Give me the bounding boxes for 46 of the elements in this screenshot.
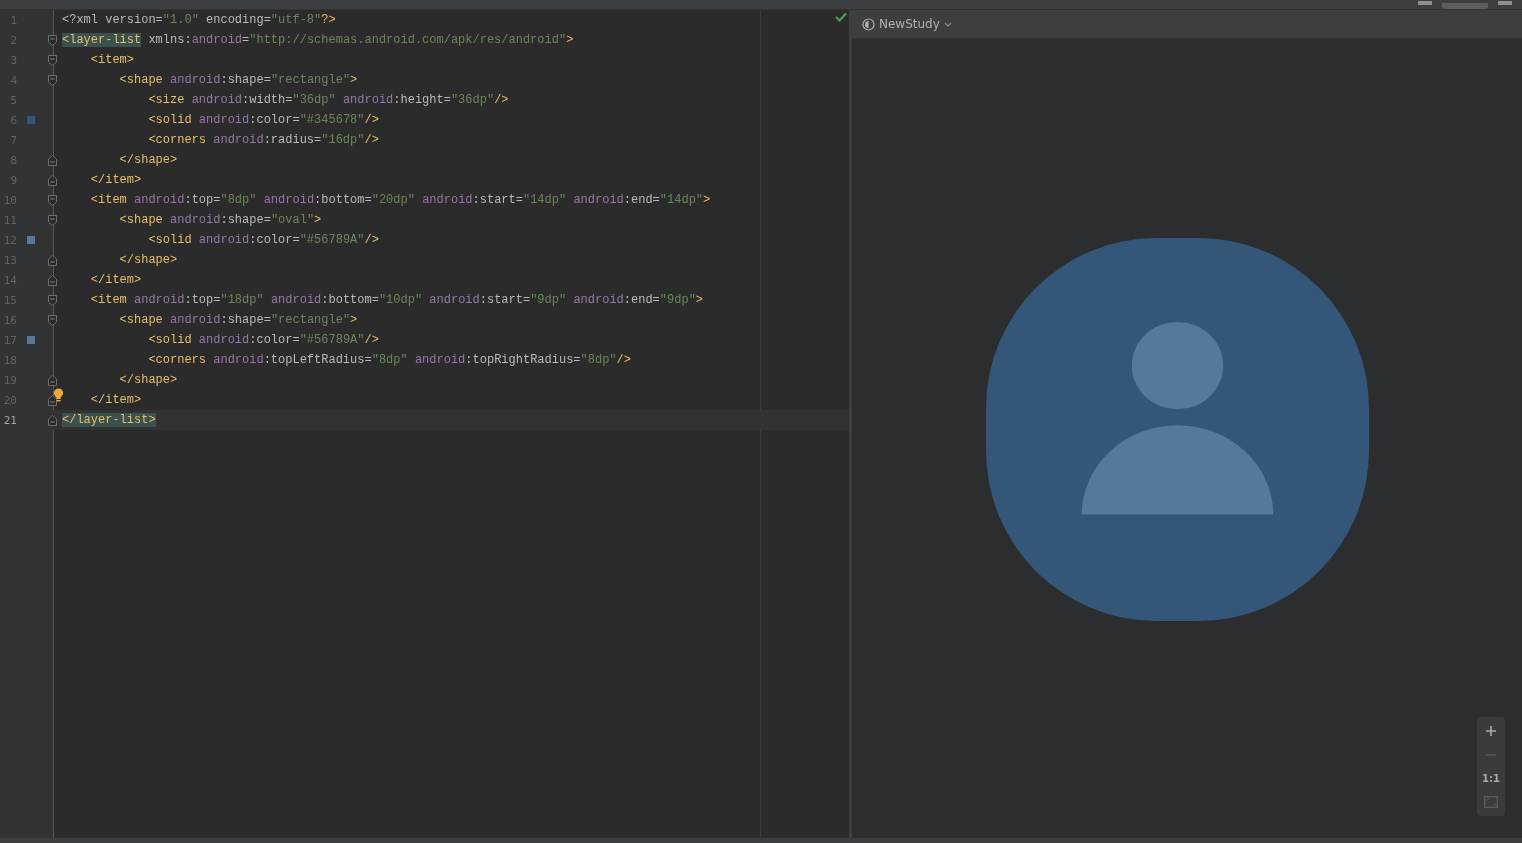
code-line: <solid android:color="#56789A"/> — [147, 333, 379, 347]
device-dropdown[interactable]: NewStudy — [862, 17, 952, 31]
code-line: </shape> — [118, 373, 178, 387]
code-line: <corners android:radius="16dp"/> — [147, 133, 379, 147]
fold-marker-icon[interactable] — [48, 154, 57, 166]
color-swatch[interactable] — [27, 116, 35, 124]
color-swatch[interactable] — [27, 236, 35, 244]
fold-marker-icon[interactable] — [48, 194, 57, 206]
code-line: </shape> — [118, 153, 178, 167]
color-swatch[interactable] — [27, 336, 35, 344]
code-line: <layer-list xmlns:android="http://schemas.android.com/apk/res/android"> — [62, 33, 574, 47]
caret-icon — [943, 21, 952, 27]
code-line: <shape android:shape="rectangle"> — [118, 73, 358, 87]
zoom-to-fit-icon[interactable] — [1484, 796, 1498, 808]
code-line: <item android:top="8dp" android:bottom="20dp" android:start="14dp" android:end="14dp"> — [89, 193, 711, 207]
fold-marker-icon[interactable] — [48, 394, 57, 406]
code-line: <solid android:color="#56789A"/> — [147, 233, 379, 247]
line-number: 21 — [2, 413, 17, 427]
code-line: <item> — [89, 53, 134, 67]
code-line: </item> — [89, 393, 142, 407]
code-line: <?xml version="1.0" encoding="utf-8"?> — [62, 13, 336, 27]
fold-marker-icon[interactable] — [48, 54, 57, 66]
fold-marker-icon[interactable] — [48, 214, 57, 226]
code-line: </item> — [89, 173, 142, 187]
lightbulb-icon[interactable] — [53, 387, 64, 402]
fold-marker-icon[interactable] — [48, 374, 57, 386]
fold-marker-icon[interactable] — [48, 74, 57, 86]
zoom-in-icon[interactable] — [1485, 725, 1497, 737]
checkmark-icon — [835, 12, 847, 22]
contrast-icon — [862, 17, 875, 31]
code-line: <solid android:color="#345678"/> — [147, 113, 379, 127]
fold-marker-icon[interactable] — [48, 34, 57, 46]
fold-marker-icon[interactable] — [48, 314, 57, 326]
fold-marker-icon[interactable] — [48, 414, 57, 426]
code-line: <item android:top="18dp" android:bottom="10dp" android:start="9dp" android:end="9dp"> — [89, 293, 704, 307]
code-line: <corners android:topLeftRadius="8dp" android:topRightRadius="8dp"/> — [147, 353, 631, 367]
code-line: <shape android:shape="oval"> — [118, 213, 322, 227]
code-line: <size android:width="36dp" android:height="36dp"/> — [147, 93, 509, 107]
fold-marker-icon[interactable] — [48, 294, 57, 306]
fold-marker-icon[interactable] — [48, 174, 57, 186]
code-line: <shape android:shape="rectangle"> — [118, 313, 358, 327]
fold-marker-icon[interactable] — [48, 274, 57, 286]
code-line: </item> — [89, 273, 142, 287]
code-line: </shape> — [118, 253, 178, 267]
fold-marker-icon[interactable] — [48, 254, 57, 266]
actual-size-button[interactable]: 1:1 — [1482, 773, 1500, 784]
